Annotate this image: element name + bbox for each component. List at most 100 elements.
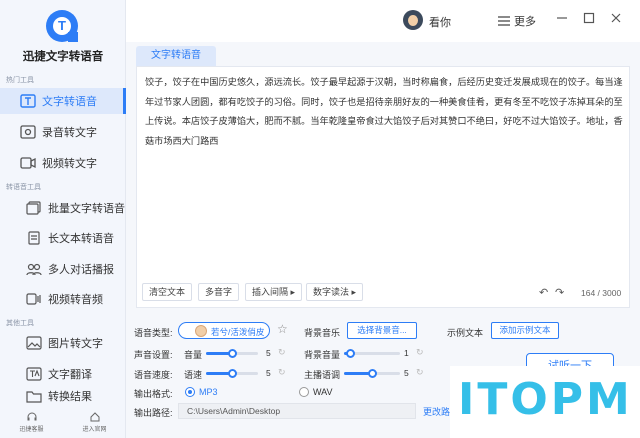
- sidebar-item-label: 图片转文字: [48, 338, 103, 350]
- section-label-other-tools: 其他工具: [6, 320, 34, 327]
- close-button[interactable]: [608, 12, 624, 28]
- format-wav-label[interactable]: WAV: [313, 387, 333, 397]
- section-label-hot-tools: 热门工具: [6, 77, 34, 84]
- more-label: 更多: [514, 16, 536, 28]
- sidebar-item-label: 转换结果: [48, 391, 92, 403]
- format-mp3-label[interactable]: MP3: [199, 387, 218, 397]
- folder-icon: [26, 389, 42, 403]
- bg-volume-slider[interactable]: [344, 349, 400, 358]
- sidebar-item-video-to-text[interactable]: 视频转文字: [0, 150, 126, 176]
- multi-dialog-icon: [26, 262, 42, 276]
- app-logo-area: T 迅捷文字转语音: [0, 0, 126, 74]
- add-example-text-button[interactable]: 添加示例文本: [491, 322, 559, 339]
- image-to-text-icon: [26, 336, 42, 350]
- official-site-button[interactable]: 进入官网: [63, 408, 126, 438]
- maximize-icon: [583, 12, 595, 24]
- header-bar: 看你 更多: [126, 0, 640, 42]
- username[interactable]: 看你: [429, 14, 451, 30]
- sidebar-item-label: 视频转音频: [48, 294, 103, 306]
- choose-bg-music-button[interactable]: 选择背景音...: [347, 322, 417, 339]
- watermark-text: ITOPM: [458, 374, 633, 425]
- volume-slider-thumb[interactable]: [228, 349, 237, 358]
- redo-icon[interactable]: ↷: [555, 286, 564, 299]
- batch-text-icon: [26, 201, 42, 215]
- editor-text[interactable]: 饺子，饺子在中国历史悠久，源远流长。饺子最早起源于汉朝，当时称扁食，后经历史变迁…: [145, 73, 623, 151]
- pitch-value: 5: [404, 368, 409, 378]
- format-mp3-radio[interactable]: [185, 387, 195, 397]
- official-site-label: 进入官网: [82, 427, 107, 433]
- favorite-star-icon[interactable]: ☆: [277, 322, 288, 336]
- text-editor[interactable]: 饺子，饺子在中国历史悠久，源远流长。饺子最早起源于汉朝，当时称扁食，后经历史变迁…: [136, 66, 630, 308]
- section-label-speech-tools: 转语音工具: [6, 184, 41, 191]
- bg-volume-label: 背景音量: [304, 350, 341, 360]
- sidebar-item-label: 文字转语音: [42, 96, 97, 108]
- minimize-button[interactable]: [554, 12, 570, 28]
- headset-icon: [27, 412, 36, 421]
- close-icon: [611, 13, 621, 23]
- volume-slider[interactable]: [206, 349, 258, 358]
- sidebar-item-video-to-audio[interactable]: 视频转音频: [0, 286, 126, 312]
- watermark: ITOPM: [450, 366, 640, 438]
- voice-avatar-icon: [195, 325, 207, 337]
- sidebar-item-multi-dialog[interactable]: 多人对话播报: [0, 256, 126, 282]
- long-text-icon: [26, 231, 42, 245]
- avatar[interactable]: [403, 10, 423, 30]
- speed-reset-icon[interactable]: ↻: [278, 367, 286, 378]
- path-label: 输出路径:: [134, 408, 173, 418]
- video-to-audio-icon: [26, 292, 42, 306]
- sidebar-item-text-to-speech[interactable]: 文字转语音: [0, 88, 126, 114]
- polyphone-button[interactable]: 多音字: [198, 283, 240, 301]
- more-menu-button[interactable]: 更多: [498, 13, 536, 29]
- sidebar-item-label: 录音转文字: [42, 127, 97, 139]
- change-path-link[interactable]: 更改路: [423, 405, 450, 418]
- speed-slider-thumb[interactable]: [228, 369, 237, 378]
- sidebar-bottom-bar: 迅捷客服 进入官网: [0, 408, 126, 438]
- sidebar: T 迅捷文字转语音 热门工具 文字转语音 录音转文字 视频转文字 转语音工具 批…: [0, 0, 126, 438]
- number-reading-button[interactable]: 数字读法 ▸: [306, 283, 364, 301]
- customer-service-label: 迅捷客服: [19, 427, 44, 433]
- clear-text-button[interactable]: 清空文本: [142, 283, 193, 301]
- translate-icon: [26, 367, 42, 381]
- output-path-field[interactable]: C:\Users\Admin\Desktop: [178, 403, 416, 419]
- pitch-slider[interactable]: [344, 369, 400, 378]
- pitch-slider-thumb[interactable]: [368, 369, 377, 378]
- text-to-speech-icon: [20, 94, 36, 108]
- sidebar-item-long-text[interactable]: 长文本转语音: [0, 225, 126, 251]
- sidebar-item-image-to-text[interactable]: 图片转文字: [0, 330, 126, 356]
- sidebar-item-label: 长文本转语音: [48, 233, 114, 245]
- voice-type-label: 语音类型:: [134, 328, 173, 338]
- pitch-label: 主播语调: [304, 370, 341, 380]
- sidebar-item-label: 多人对话播报: [48, 264, 114, 276]
- sidebar-item-label: 文字翻译: [48, 369, 92, 381]
- app-logo-icon: T: [46, 10, 78, 42]
- bg-volume-value: 1: [404, 348, 409, 358]
- pitch-reset-icon[interactable]: ↻: [416, 367, 424, 378]
- voice-name: 若兮/活泼俏皮: [211, 327, 265, 337]
- format-wav-radio[interactable]: [299, 387, 309, 397]
- speed-sub-label: 语速: [184, 370, 203, 380]
- bg-music-label: 背景音乐: [304, 328, 341, 338]
- sidebar-item-recording-to-text[interactable]: 录音转文字: [0, 119, 126, 145]
- format-label: 输出格式:: [134, 389, 173, 399]
- bg-volume-reset-icon[interactable]: ↻: [416, 347, 424, 358]
- speed-value: 5: [266, 368, 271, 378]
- sidebar-item-batch-text-to-speech[interactable]: 批量文字转语音: [0, 195, 126, 221]
- example-text-label: 示例文本: [447, 328, 484, 338]
- volume-reset-icon[interactable]: ↻: [278, 347, 286, 358]
- speed-slider[interactable]: [206, 369, 258, 378]
- sidebar-item-label: 视频转文字: [42, 158, 97, 170]
- insert-pause-button[interactable]: 插入间隔 ▸: [245, 283, 303, 301]
- tab-text-to-speech[interactable]: 文字转语音: [136, 46, 216, 66]
- app-name: 迅捷文字转语音: [22, 51, 104, 63]
- home-icon: [90, 412, 99, 422]
- sidebar-item-label: 批量文字转语音: [48, 203, 125, 215]
- customer-service-button[interactable]: 迅捷客服: [0, 408, 63, 438]
- menu-icon: [498, 16, 510, 26]
- maximize-button[interactable]: [581, 12, 597, 28]
- voice-setting-label: 声音设置:: [134, 350, 173, 360]
- sidebar-item-conversion-results[interactable]: 转换结果: [0, 383, 126, 409]
- undo-icon[interactable]: ↶: [539, 286, 548, 299]
- voice-selector[interactable]: 若兮/活泼俏皮: [178, 322, 270, 339]
- bg-volume-slider-thumb[interactable]: [346, 349, 355, 358]
- minimize-icon: [557, 17, 567, 19]
